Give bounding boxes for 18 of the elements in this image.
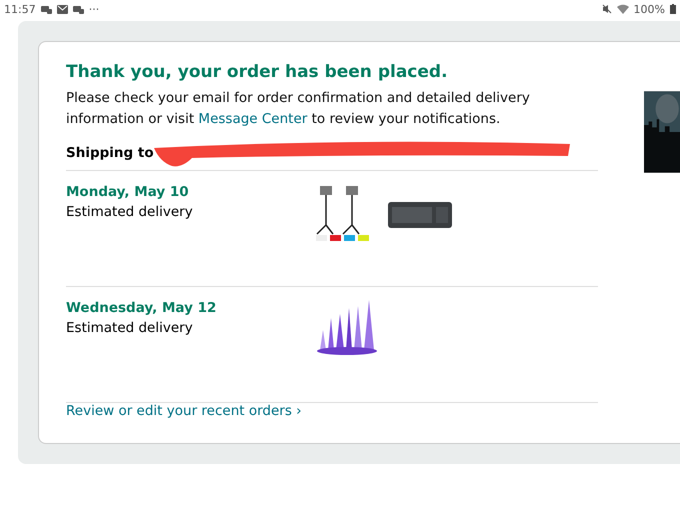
confirmation-title: Thank you, your order has been placed. — [66, 62, 449, 82]
notification-icon — [40, 4, 52, 14]
mail-icon — [56, 4, 68, 14]
mute-icon — [602, 4, 612, 14]
more-indicator: ··· — [88, 2, 100, 16]
delivery-status: Estimated delivery — [66, 204, 194, 220]
delivery-date: Wednesday, May 12 — [66, 300, 218, 316]
message-center-link[interactable]: Message Center — [198, 111, 308, 127]
confirmation-message: Please check your email for order confirmation and detailed delivery information or visit Message Center to review your notifications. — [66, 89, 531, 129]
battery-icon — [670, 4, 676, 14]
delivery-date: Monday, May 10 — [66, 184, 190, 200]
shipping-label: Shipping to — [66, 145, 154, 161]
wifi-icon — [616, 4, 629, 14]
notification-icon — [72, 4, 84, 14]
status-time: 11:57 — [4, 2, 36, 16]
delivery-status: Estimated delivery — [66, 320, 194, 336]
battery-percent: 100% — [634, 2, 665, 16]
review-orders-link[interactable]: Review or edit your recent orders › — [66, 403, 598, 419]
